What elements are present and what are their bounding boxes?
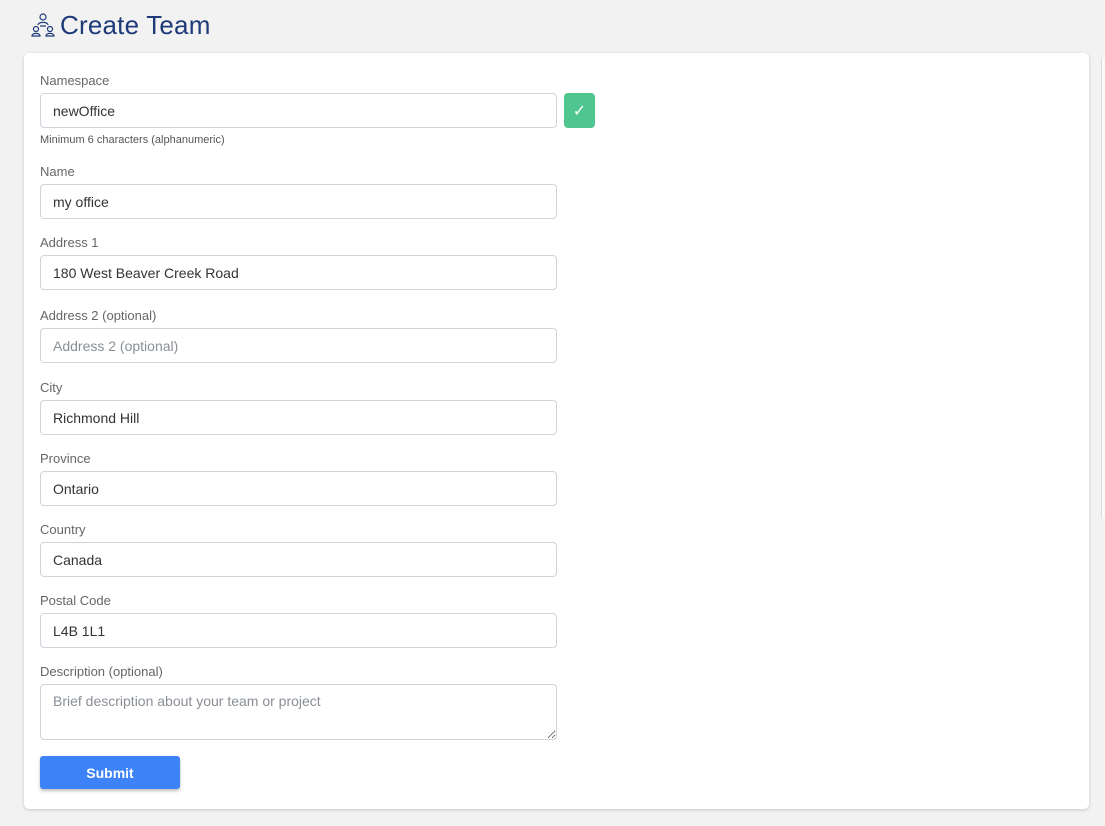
country-input[interactable]: [40, 542, 557, 577]
postal-code-field: Postal Code: [40, 593, 557, 648]
namespace-hint: Minimum 6 characters (alphanumeric): [40, 134, 225, 146]
description-field: Description (optional): [40, 664, 557, 745]
province-input[interactable]: [40, 471, 557, 506]
province-field: Province: [40, 451, 557, 506]
address1-field: Address 1: [40, 235, 557, 290]
city-label: City: [40, 380, 63, 395]
address2-input[interactable]: [40, 328, 557, 363]
province-label: Province: [40, 451, 91, 466]
city-input[interactable]: [40, 400, 557, 435]
country-label: Country: [40, 522, 86, 537]
name-label: Name: [40, 164, 75, 179]
namespace-label: Namespace: [40, 73, 110, 88]
description-textarea[interactable]: [40, 684, 557, 740]
submit-button[interactable]: Submit: [40, 756, 180, 789]
name-input[interactable]: [40, 184, 557, 219]
page-title: Create Team: [60, 9, 211, 40]
page-header: Create Team: [30, 8, 211, 42]
country-field: Country: [40, 522, 557, 577]
city-field: City: [40, 380, 557, 435]
address2-field: Address 2 (optional): [40, 308, 557, 363]
name-field: Name: [40, 164, 557, 219]
description-label: Description (optional): [40, 664, 163, 679]
team-icon: [30, 12, 56, 38]
side-panel-edge: [1101, 58, 1105, 518]
address1-label: Address 1: [40, 235, 99, 250]
address1-input[interactable]: [40, 255, 557, 290]
postal-code-input[interactable]: [40, 613, 557, 648]
check-icon: ✓: [572, 102, 587, 120]
postal-code-label: Postal Code: [40, 593, 111, 608]
create-team-form: Namespace Minimum 6 characters (alphanum…: [24, 53, 1089, 809]
namespace-input[interactable]: [40, 93, 557, 128]
namespace-check-button[interactable]: ✓: [564, 93, 595, 128]
address2-label: Address 2 (optional): [40, 308, 157, 323]
namespace-field: Namespace Minimum 6 characters (alphanum…: [40, 73, 557, 146]
